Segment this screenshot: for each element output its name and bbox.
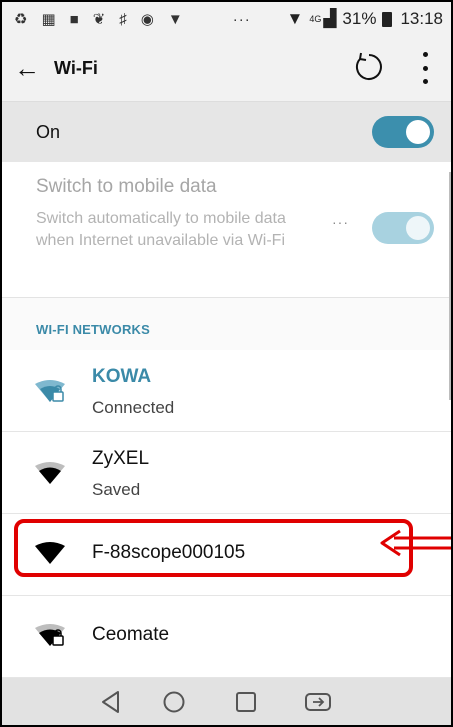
sync-icon: ♻ xyxy=(14,11,28,28)
wifi-locked-icon xyxy=(35,624,65,646)
back-icon[interactable] xyxy=(100,690,122,714)
cell-signal-icon: ▟ xyxy=(323,9,337,28)
page-title: Wi-Fi xyxy=(54,58,98,78)
calendar-icon: ▦ xyxy=(41,11,56,28)
more-notifications-indicator: ··· xyxy=(232,10,251,28)
wifi-locked-icon xyxy=(35,380,65,402)
network-ssid: ZyXEL xyxy=(92,448,150,469)
mobile-data-toggle[interactable] xyxy=(372,212,434,244)
tshirt-icon: ▼ xyxy=(167,10,183,28)
wifi-toggle[interactable] xyxy=(372,116,434,148)
clock: 13:18 xyxy=(400,9,443,28)
mobile-data-description: Switch automatically to mobile data when… xyxy=(36,210,286,249)
networks-section-header: WI-FI NETWORKS xyxy=(2,298,451,350)
network-type: 4G xyxy=(309,14,322,24)
phone-screen: ♻ ▦ ■ ❦ ♯ ◉ ▼ ··· ▼ 4G ▟ 31% 13:18 ← Wi-… xyxy=(0,0,453,727)
navigation-bar xyxy=(2,678,451,725)
app-icon: ◉ xyxy=(140,11,154,28)
overflow-menu-icon[interactable] xyxy=(420,52,430,84)
wifi-signal-icon xyxy=(35,462,65,484)
hash-icon: ♯ xyxy=(119,10,127,28)
network-ssid: KOWA xyxy=(92,366,152,387)
back-arrow-icon[interactable]: ← xyxy=(14,53,54,84)
network-item-zyxel[interactable]: ZyXEL Saved xyxy=(2,432,451,514)
annotation-arrow-icon xyxy=(380,529,451,557)
highlight-annotation xyxy=(14,519,413,577)
mobile-data-setting[interactable]: Switch to mobile data Switch automatical… xyxy=(2,162,451,298)
recents-icon[interactable] xyxy=(234,690,258,714)
network-item-ceomate[interactable]: Ceomate xyxy=(2,596,451,678)
refresh-icon[interactable] xyxy=(352,50,386,84)
mobile-data-title: Switch to mobile data xyxy=(36,176,217,197)
wifi-switch-label: On xyxy=(36,121,61,142)
mobile-data-more-button[interactable]: ··· xyxy=(332,214,349,230)
app-bar: ← Wi-Fi xyxy=(2,36,451,102)
lock-icon: ■ xyxy=(69,10,79,28)
network-status: Connected xyxy=(92,398,175,417)
battery-icon xyxy=(382,11,393,27)
scrollbar-thumb[interactable] xyxy=(449,172,451,400)
cat-icon: ❦ xyxy=(92,11,106,28)
wifi-master-switch-row[interactable]: On xyxy=(2,102,451,162)
home-icon[interactable] xyxy=(162,690,186,714)
wifi-signal-icon: ▼ xyxy=(286,9,304,28)
dual-window-icon[interactable] xyxy=(304,690,332,714)
networks-header-label: WI-FI NETWORKS xyxy=(36,322,151,337)
system-status: ▼ 4G ▟ 31% 13:18 xyxy=(287,9,444,29)
status-bar: ♻ ▦ ■ ❦ ♯ ◉ ▼ ··· ▼ 4G ▟ 31% 13:18 xyxy=(2,2,451,36)
battery-percent: 31% xyxy=(342,9,377,28)
notification-icons: ♻ ▦ ■ ❦ ♯ ◉ ▼ ··· xyxy=(14,10,251,29)
network-item-kowa[interactable]: KOWA Connected xyxy=(2,350,451,432)
network-status: Saved xyxy=(92,480,141,499)
network-ssid: Ceomate xyxy=(92,624,170,645)
